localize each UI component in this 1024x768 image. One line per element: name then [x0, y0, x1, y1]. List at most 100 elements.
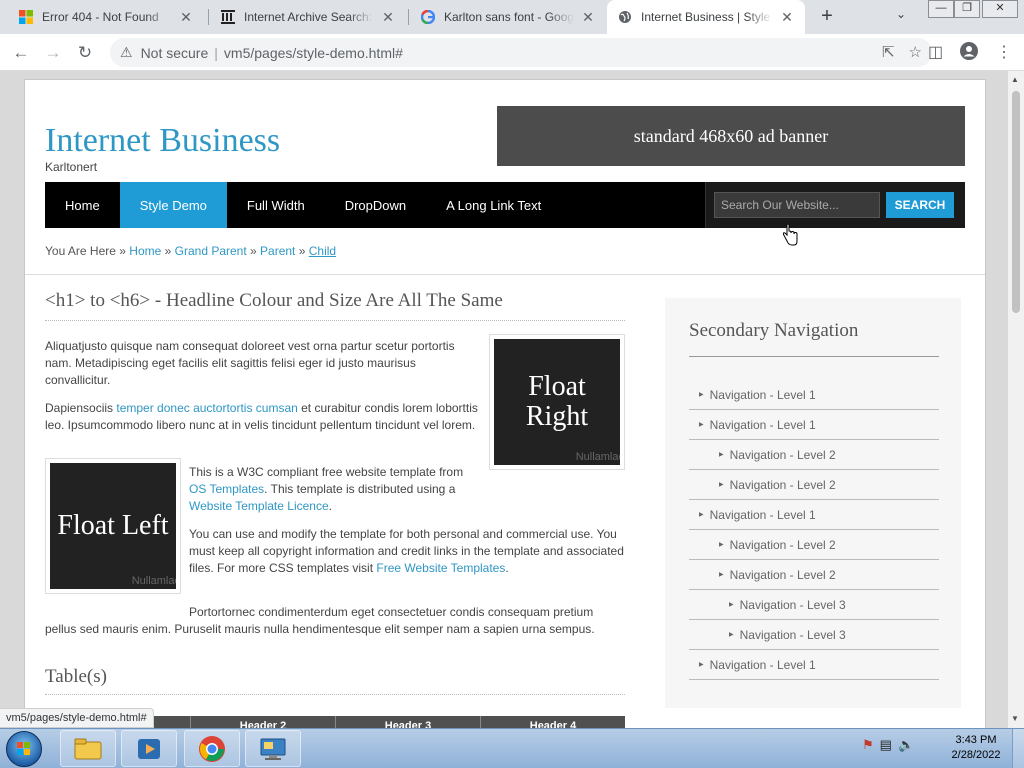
tab-internet-archive[interactable]: Internet Archive Search: s ✕: [210, 0, 406, 34]
tab-error-404[interactable]: Error 404 - Not Found ✕: [8, 0, 204, 34]
close-icon[interactable]: ✕: [380, 9, 396, 26]
scroll-down-icon[interactable]: ▼: [1011, 714, 1019, 723]
breadcrumb-home[interactable]: Home: [129, 244, 161, 258]
bookmark-star-icon[interactable]: ☆: [909, 43, 922, 61]
back-arrow-icon[interactable]: ←: [9, 41, 33, 65]
omnibox-actions: ⇱ ☆: [882, 43, 922, 61]
close-window-icon[interactable]: ✕: [982, 0, 1018, 18]
clock-date: 2/28/2022: [951, 749, 1001, 761]
sidebar-item-level-1[interactable]: ▶ Navigation - Level 1: [689, 650, 939, 680]
close-icon[interactable]: ✕: [580, 9, 596, 26]
site-container: Internet Business Karltonert standard 46…: [24, 79, 986, 728]
url-text[interactable]: vm5/pages/style-demo.html#: [224, 45, 403, 61]
os-templates-link[interactable]: OS Templates: [189, 482, 264, 496]
security-label[interactable]: Not secure: [141, 45, 209, 61]
site-search: Search Our Website... SEARCH: [705, 182, 965, 228]
site-title[interactable]: Internet Business: [45, 122, 280, 160]
float-left-caption: Nullamlac: [131, 575, 176, 587]
content-heading: <h1> to <h6> - Headline Colour and Size …: [45, 290, 625, 321]
caret-right-icon: ▶: [719, 542, 724, 548]
main-content: <h1> to <h6> - Headline Colour and Size …: [45, 290, 625, 728]
network-icon[interactable]: ▤: [880, 737, 892, 753]
reload-icon[interactable]: ↻: [73, 41, 97, 65]
close-icon[interactable]: ✕: [178, 9, 194, 26]
show-desktop-button[interactable]: [1012, 729, 1024, 768]
warning-icon[interactable]: ⚠: [120, 44, 133, 61]
text: . This template is distributed using a: [264, 482, 456, 496]
scrollbar-thumb[interactable]: [1012, 91, 1020, 313]
sidebar-item-label: Navigation - Level 1: [709, 507, 816, 522]
sidebar-item-level-3[interactable]: ▶ Navigation - Level 3: [689, 620, 939, 650]
forward-arrow-icon[interactable]: →: [41, 41, 65, 65]
remote-desktop-icon[interactable]: [245, 730, 301, 767]
volume-icon[interactable]: 🔈: [898, 737, 914, 753]
search-button[interactable]: SEARCH: [886, 192, 954, 218]
float-right-caption: Nullamlac: [575, 451, 620, 463]
side-panel-icon[interactable]: ◫: [928, 42, 943, 62]
search-input[interactable]: Search Our Website...: [714, 192, 880, 218]
scroll-up-icon[interactable]: ▲: [1011, 75, 1019, 84]
sidebar-item-label: Navigation - Level 1: [709, 657, 816, 672]
tab-karlton-font[interactable]: Karlton sans font - Googl ✕: [410, 0, 606, 34]
restore-icon[interactable]: ❐: [954, 0, 980, 18]
sidebar-item-level-2[interactable]: ▶ Navigation - Level 2: [689, 560, 939, 590]
tab-internet-business[interactable]: Internet Business | Style D ✕: [607, 0, 805, 34]
globe-icon: [617, 9, 633, 25]
explorer-icon[interactable]: [60, 730, 116, 767]
table-header-cell: Header 2: [190, 716, 335, 728]
share-icon[interactable]: ⇱: [882, 43, 895, 61]
clock-time: 3:43 PM: [955, 734, 997, 746]
sidebar-item-level-3[interactable]: ▶ Navigation - Level 3: [689, 590, 939, 620]
tab-search-chevron-icon[interactable]: ⌄: [896, 7, 906, 21]
address-bar[interactable]: ⚠ Not secure | vm5/pages/style-demo.html…: [110, 38, 932, 67]
sidebar-item-level-2[interactable]: ▶ Navigation - Level 2: [689, 530, 939, 560]
minimize-icon[interactable]: —: [928, 0, 954, 18]
licence-link[interactable]: Website Template Licence: [189, 499, 329, 513]
nav-full-width[interactable]: Full Width: [227, 182, 325, 228]
close-icon[interactable]: ✕: [779, 9, 795, 26]
sidebar-item-level-1[interactable]: ▶ Navigation - Level 1: [689, 500, 939, 530]
vertical-scrollbar[interactable]: ▲ ▼: [1008, 71, 1024, 728]
breadcrumb-parent[interactable]: Parent: [260, 244, 295, 258]
system-tray: ⚑ ▤ 🔈: [862, 737, 914, 753]
action-center-flag-icon[interactable]: ⚑: [862, 737, 874, 753]
taskbar: ⚑ ▤ 🔈 3:43 PM 2/28/2022: [0, 728, 1024, 768]
sidebar-item-level-1[interactable]: ▶ Navigation - Level 1: [689, 410, 939, 440]
nav-long-link[interactable]: A Long Link Text: [426, 182, 561, 228]
caret-right-icon: ▶: [699, 422, 704, 428]
tab-title: Internet Business | Style D: [641, 10, 773, 24]
ad-banner[interactable]: standard 468x60 ad banner: [497, 106, 965, 166]
inline-link[interactable]: temper donec auctortortis cumsan: [116, 401, 297, 415]
caret-right-icon: ▶: [699, 392, 704, 398]
nav-style-demo[interactable]: Style Demo: [119, 182, 227, 228]
breadcrumb-grand-parent[interactable]: Grand Parent: [175, 244, 247, 258]
tab-strip: Error 404 - Not Found ✕ Internet Archive…: [0, 0, 1024, 34]
breadcrumb-child[interactable]: Child: [309, 244, 336, 258]
paragraph-5: Portortornec condimenterdum eget consect…: [45, 605, 595, 636]
start-button[interactable]: [6, 731, 42, 767]
caret-right-icon: ▶: [699, 662, 704, 668]
sidebar-item-level-1[interactable]: ▶ Navigation - Level 1: [689, 380, 939, 410]
new-tab-button[interactable]: +: [816, 5, 838, 27]
archive-icon: [220, 9, 236, 25]
free-templates-link[interactable]: Free Website Templates: [376, 561, 505, 575]
sidebar-item-label: Navigation - Level 2: [729, 447, 836, 462]
table-header-cell: Header 4: [480, 716, 625, 728]
nav-home[interactable]: Home: [45, 182, 120, 228]
tab-title: Karlton sans font - Googl: [444, 10, 574, 24]
browser-toolbar: ← → ↻ ⚠ Not secure | vm5/pages/style-dem…: [0, 34, 1024, 71]
paragraph-3: This is a W3C compliant free website tem…: [189, 464, 481, 515]
sidebar-title: Secondary Navigation: [689, 320, 939, 357]
profile-avatar-icon[interactable]: [960, 42, 978, 65]
sidebar-item-level-2[interactable]: ▶ Navigation - Level 2: [689, 470, 939, 500]
kebab-menu-icon[interactable]: ⋮: [996, 42, 1012, 62]
chrome-icon[interactable]: [184, 730, 240, 767]
table-header-cell: Header 3: [335, 716, 480, 728]
nav-dropdown[interactable]: DropDown: [325, 182, 426, 228]
taskbar-clock[interactable]: 3:43 PM 2/28/2022: [948, 733, 1004, 763]
float-right-label: Float Right: [525, 371, 589, 432]
sidebar-item-level-2[interactable]: ▶ Navigation - Level 2: [689, 440, 939, 470]
caret-right-icon: ▶: [719, 452, 724, 458]
media-player-icon[interactable]: [121, 730, 177, 767]
breadcrumb: You Are Here » Home » Grand Parent » Par…: [45, 244, 337, 258]
